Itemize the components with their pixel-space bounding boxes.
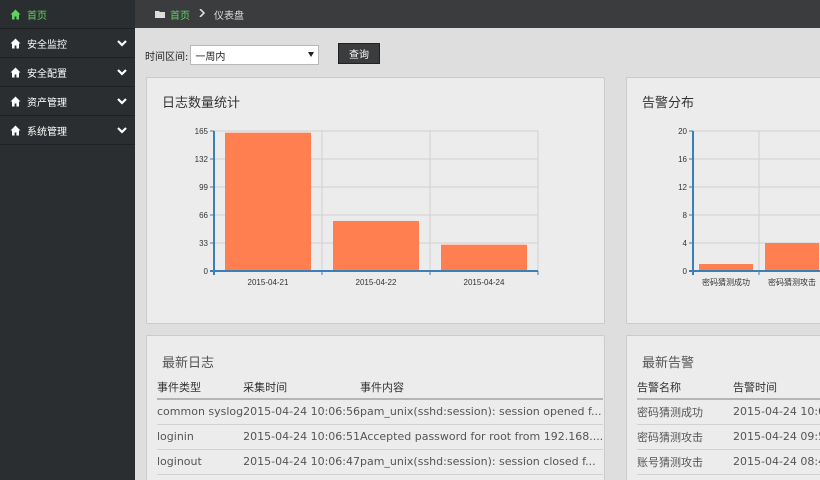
y-tick-label: 0	[204, 267, 209, 276]
chevron-down-icon	[117, 125, 127, 135]
column-header: 事件内容	[359, 376, 604, 400]
latest-logs-title: 最新日志	[162, 355, 215, 370]
home-icon	[10, 96, 21, 107]
x-tick-label: 密码猜测攻击	[768, 277, 816, 287]
table-cell: loginin	[157, 424, 244, 450]
sidebar-item-label: 安全配置	[27, 68, 67, 80]
query-button[interactable]: 查询	[338, 43, 380, 64]
main-content: 时间区间: 一周内 查询 日志数量统计 0 33 66 99 132 165 2015-04…	[135, 28, 820, 480]
table-cell: 密码猜测攻击	[637, 424, 733, 450]
y-tick-label: 12	[678, 183, 687, 192]
chevron-down-icon	[117, 96, 127, 106]
alert-distribution-chart: 0 4 8 12 16 20 密码猜测成功 密码猜测攻击	[678, 127, 820, 287]
latest-alerts-table: 告警名称告警时间 密码猜测成功2015-04-24 10:06:5密码猜测攻击2…	[637, 376, 820, 475]
table-row[interactable]: common syslog 2015-04-24 10:06:56 pam_unix…	[157, 399, 604, 425]
table-cell: loginout	[157, 449, 244, 475]
home-icon	[10, 67, 21, 78]
x-tick-label: 2015-04-21	[248, 278, 289, 287]
sidebar-item-label: 首页	[27, 10, 47, 22]
x-tick-label: 2015-04-22	[356, 278, 397, 287]
y-tick-label: 0	[683, 267, 688, 276]
sidebar-item-3[interactable]: 资产管理	[0, 87, 135, 116]
log-count-panel: 日志数量统计 0 33 66 99 132 165 2015-04-21 2015-04-22…	[146, 77, 605, 324]
sidebar: 首页安全监控安全配置资产管理系统管理	[0, 0, 135, 480]
y-tick-label: 4	[683, 239, 688, 248]
top-bar: 首页 仪表盘	[135, 0, 820, 28]
y-tick-label: 99	[199, 183, 208, 192]
y-tick-label: 165	[195, 127, 209, 136]
bar[interactable]	[441, 244, 527, 271]
chevron-down-icon	[117, 38, 127, 48]
table-row[interactable]: 密码猜测攻击2015-04-24 09:51	[637, 424, 820, 450]
table-row[interactable]: 账号猜测攻击2015-04-24 08:45	[637, 449, 820, 475]
sidebar-item-0[interactable]: 首页	[0, 0, 135, 29]
sidebar-item-label: 资产管理	[27, 97, 67, 109]
table-cell: 2015-04-24 10:06:5	[733, 399, 820, 425]
table-cell: common syslog	[157, 399, 244, 425]
time-range-select[interactable]: 一周内	[190, 45, 320, 65]
breadcrumb-current: 仪表盘	[214, 10, 244, 22]
home-icon	[10, 125, 21, 136]
column-header: 告警名称	[637, 376, 733, 400]
sidebar-item-1[interactable]: 安全监控	[0, 29, 135, 58]
y-tick-label: 66	[199, 211, 208, 220]
table-cell: 2015-04-24 10:06:51	[243, 424, 360, 450]
column-header: 告警时间	[733, 376, 820, 400]
time-filter: 时间区间: 一周内	[145, 45, 320, 65]
time-range-value: 一周内	[195, 51, 226, 63]
table-cell: 2015-04-24 08:45	[733, 449, 820, 475]
breadcrumb-home-link[interactable]: 首页	[170, 7, 190, 22]
time-range-label: 时间区间:	[145, 51, 189, 63]
sidebar-item-4[interactable]: 系统管理	[0, 116, 135, 145]
table-cell: Accepted password for root from 192.168.…	[359, 424, 604, 450]
home-icon	[10, 9, 21, 20]
log-count-chart: 0 33 66 99 132 165 2015-04-21 2015-04-22 2015-04…	[195, 127, 539, 287]
column-header: 事件类型	[157, 376, 244, 400]
y-tick-label: 16	[678, 155, 687, 164]
x-tick-label: 2015-04-24	[464, 278, 505, 287]
sidebar-item-label: 系统管理	[27, 126, 67, 138]
table-cell: pam_unix(sshd:session): session opened f…	[359, 399, 604, 425]
bar[interactable]	[699, 264, 753, 271]
bar[interactable]	[333, 220, 419, 271]
dropdown-arrow-icon	[308, 52, 315, 57]
sidebar-item-label: 安全监控	[27, 39, 67, 51]
latest-alerts-panel: 最新告警 告警名称告警时间 密码猜测成功2015-04-24 10:06:5密码…	[626, 335, 820, 480]
y-tick-label: 8	[683, 211, 688, 220]
bar[interactable]	[765, 243, 819, 271]
column-header: 采集时间	[243, 376, 360, 400]
table-cell: 密码猜测成功	[637, 399, 733, 425]
table-cell: 2015-04-24 10:06:47	[243, 449, 360, 475]
y-tick-label: 33	[199, 239, 208, 248]
y-tick-label: 132	[195, 155, 209, 164]
table-cell: 2015-04-24 10:06:56	[243, 399, 360, 425]
latest-logs-table: 事件类型 采集时间 事件内容 common syslog 2015-04-24 10:…	[157, 376, 604, 475]
x-tick-label: 密码猜测成功	[702, 277, 750, 287]
chevron-right-icon	[199, 7, 206, 20]
chevron-down-icon	[117, 67, 127, 77]
y-tick-label: 20	[678, 127, 687, 136]
folder-icon	[155, 10, 165, 18]
sidebar-item-2[interactable]: 安全配置	[0, 58, 135, 87]
bar[interactable]	[225, 132, 311, 271]
latest-logs-panel: 最新日志 事件类型 采集时间 事件内容 common syslog 2015-04-2…	[146, 335, 605, 480]
alert-distribution-panel: 告警分布 0 4 8 12 16 20 密码猜测成功 密码猜测攻击	[626, 77, 820, 324]
table-cell: pam_unix(sshd:session): session closed f…	[359, 449, 604, 475]
table-row[interactable]: loginin 2015-04-24 10:06:51 Accepted passw…	[157, 424, 604, 450]
table-row[interactable]: loginout 2015-04-24 10:06:47 pam_unix(sshd…	[157, 449, 604, 475]
latest-alerts-title: 最新告警	[642, 355, 695, 370]
table-row[interactable]: 密码猜测成功2015-04-24 10:06:5	[637, 399, 820, 425]
home-icon	[10, 38, 21, 49]
table-cell: 账号猜测攻击	[637, 449, 733, 475]
table-cell: 2015-04-24 09:51	[733, 424, 820, 450]
